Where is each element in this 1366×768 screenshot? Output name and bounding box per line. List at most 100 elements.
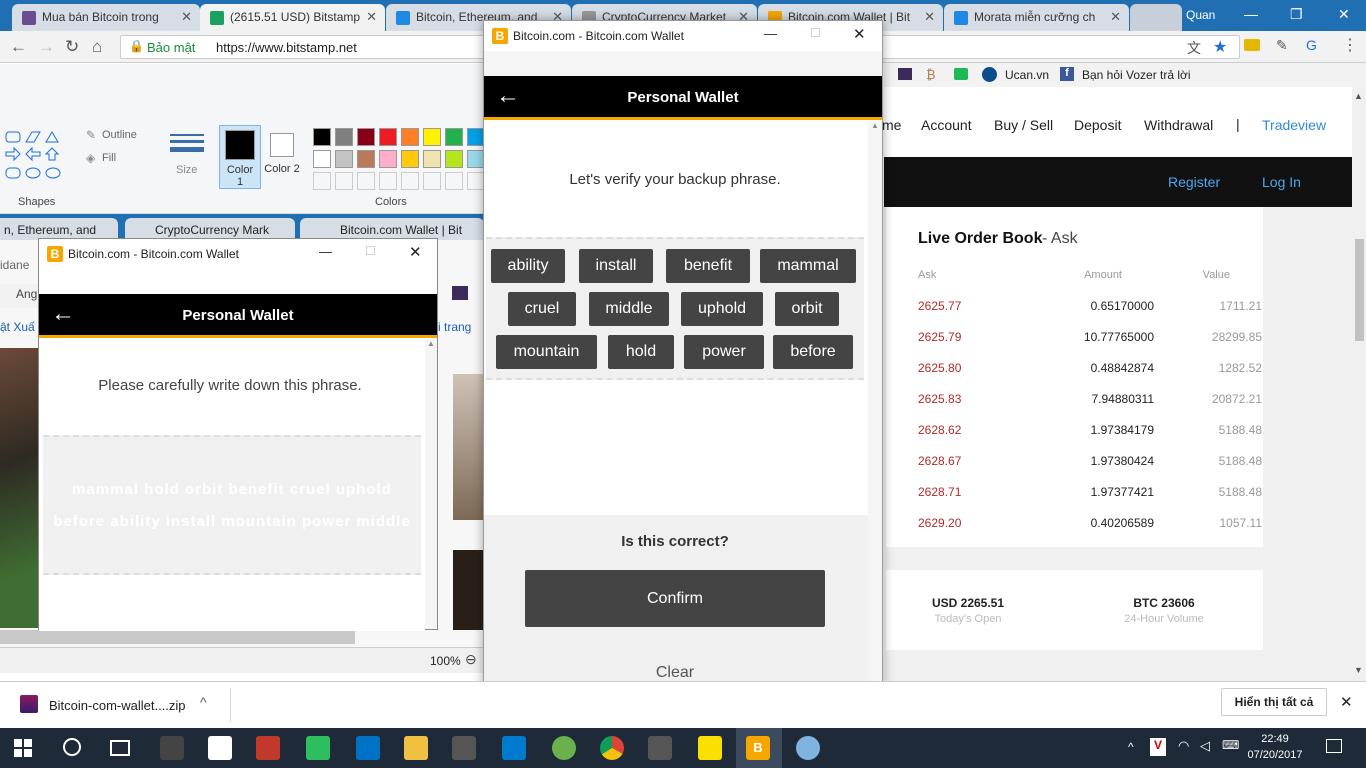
clear-button[interactable]: Clear	[484, 664, 866, 682]
sublime-icon[interactable]	[648, 736, 672, 760]
color-swatch[interactable]	[423, 150, 441, 168]
color1-button[interactable]: Color 1	[219, 125, 261, 189]
login-link[interactable]: Log In	[1262, 174, 1301, 190]
minimize-icon[interactable]: —	[764, 26, 777, 41]
evernote-icon[interactable]	[306, 736, 330, 760]
bitcoin-wallet-icon[interactable]: B	[746, 736, 770, 760]
browser-tab-active[interactable]: (2615.51 USD) Bitstamp ✕	[200, 4, 385, 31]
word-chip[interactable]: install	[579, 249, 653, 283]
color-swatch[interactable]	[313, 128, 331, 146]
fill-menu[interactable]: Fill	[102, 152, 116, 164]
bitcoin-bookmark-icon[interactable]: ₿	[926, 67, 936, 82]
shapes-gallery[interactable]	[4, 130, 74, 188]
scroll-up-icon[interactable]: ▲	[1354, 91, 1363, 101]
wifi-icon[interactable]: ◠	[1178, 738, 1189, 754]
close-icon[interactable]: ✕	[181, 9, 192, 25]
minimize-icon[interactable]: —	[1244, 6, 1258, 22]
sublime-icon[interactable]	[452, 736, 476, 760]
forward-icon[interactable]: →	[38, 37, 55, 57]
star-icon[interactable]: ★	[1213, 37, 1227, 57]
empty-color-swatch[interactable]	[445, 172, 463, 190]
word-chip[interactable]: mammal	[760, 249, 856, 283]
maximize-icon[interactable]: ☐	[810, 26, 821, 40]
close-icon[interactable]: ✕	[1110, 9, 1121, 25]
close-window-icon[interactable]: ✕	[1338, 6, 1350, 23]
nav-item-home[interactable]: me	[882, 117, 901, 133]
color-swatch[interactable]	[313, 150, 331, 168]
empty-color-swatch[interactable]	[379, 172, 397, 190]
task-view-icon[interactable]	[110, 740, 130, 756]
browser-tab[interactable]: Morata miễn cưỡng ch ✕	[944, 4, 1129, 31]
new-tab-button[interactable]	[1130, 4, 1182, 31]
paint-icon[interactable]	[796, 736, 820, 760]
color-swatch[interactable]	[445, 150, 463, 168]
bg-tab[interactable]: n, Ethereum, and	[0, 218, 118, 240]
search-icon[interactable]	[63, 738, 81, 756]
empty-color-swatch[interactable]	[401, 172, 419, 190]
download-file-name[interactable]: Bitcoin-com-wallet....zip	[49, 698, 186, 713]
notifications-icon[interactable]	[1326, 739, 1342, 753]
clock-date[interactable]: 07/20/2017	[1240, 749, 1310, 761]
bookmark-icon[interactable]	[898, 68, 912, 80]
chevron-up-icon[interactable]: ^	[200, 694, 207, 710]
translate-ext-icon[interactable]: G	[1306, 37, 1317, 53]
color-swatch[interactable]	[379, 128, 397, 146]
register-link[interactable]: Register	[1168, 174, 1220, 190]
color-swatch[interactable]	[445, 128, 463, 146]
empty-color-swatch[interactable]	[357, 172, 375, 190]
empty-color-swatch[interactable]	[335, 172, 353, 190]
outline-menu[interactable]: Outline	[102, 129, 137, 141]
profile-name[interactable]: Quan	[1186, 8, 1215, 22]
word-chip[interactable]: hold	[608, 335, 674, 369]
bg-tab[interactable]: Bitcoin.com Wallet | Bit	[300, 218, 484, 240]
close-icon[interactable]: ✕	[853, 25, 866, 43]
scrollbar-thumb[interactable]	[1355, 239, 1364, 341]
bg-tab[interactable]: CryptoCurrency Mark	[125, 218, 295, 240]
menu-icon[interactable]: ⋮	[1342, 35, 1358, 55]
word-chip[interactable]: before	[773, 335, 853, 369]
size-icon[interactable]	[170, 132, 204, 154]
color-swatch[interactable]	[357, 150, 375, 168]
word-chip[interactable]: ability	[491, 249, 565, 283]
maximize-icon[interactable]: ☐	[365, 244, 376, 258]
ucan-icon[interactable]	[982, 67, 997, 82]
antivirus-icon[interactable]: V	[1150, 738, 1166, 756]
minimize-icon[interactable]: —	[319, 244, 332, 259]
wallet-scrollbar[interactable]: ▲	[425, 339, 437, 629]
nav-item-withdrawal[interactable]: Withdrawal	[1144, 117, 1213, 133]
browser-tab[interactable]: Mua bán Bitcoin trong ✕	[12, 4, 200, 31]
nav-item-deposit[interactable]: Deposit	[1074, 117, 1121, 133]
zoom-out-icon[interactable]: ⊖	[465, 651, 477, 668]
word-chip[interactable]: uphold	[681, 292, 763, 326]
color-swatch[interactable]	[335, 150, 353, 168]
translate-icon[interactable]: 文	[1187, 38, 1201, 58]
vscode-icon[interactable]	[502, 736, 526, 760]
windows-start-icon[interactable]	[14, 739, 32, 757]
word-chip[interactable]: orbit	[775, 292, 839, 326]
word-chip[interactable]: mountain	[496, 335, 597, 369]
close-icon[interactable]: ✕	[924, 9, 935, 25]
reload-icon[interactable]: ↻	[65, 37, 79, 57]
bookmark-vozer[interactable]: Bạn hỏi Vozer trả lời	[1082, 68, 1191, 82]
color-swatch[interactable]	[379, 150, 397, 168]
keyboard-icon[interactable]: ⌨	[1222, 738, 1239, 752]
back-icon[interactable]: ←	[10, 37, 27, 57]
horizontal-scrollbar[interactable]	[0, 630, 355, 644]
volume-icon[interactable]: ◁	[1200, 738, 1210, 754]
color-swatch[interactable]	[357, 128, 375, 146]
bookmark-icon[interactable]	[954, 68, 968, 80]
empty-color-swatch[interactable]	[423, 172, 441, 190]
color2-button[interactable]: Color 2	[264, 125, 300, 189]
word-chip[interactable]: cruel	[508, 292, 576, 326]
clock-time[interactable]: 22:49	[1250, 733, 1300, 745]
word-chip[interactable]: benefit	[666, 249, 750, 283]
page-scrollbar[interactable]: ▲ ▼	[1352, 87, 1366, 681]
color-swatch[interactable]	[401, 150, 419, 168]
app-icon[interactable]	[256, 736, 280, 760]
url-text[interactable]: https://www.bitstamp.net	[216, 40, 357, 55]
word-chip[interactable]: middle	[589, 292, 669, 326]
color-swatch[interactable]	[335, 128, 353, 146]
show-all-button[interactable]: Hiển thị tất cả	[1221, 688, 1327, 716]
bookmark-ucan[interactable]: Ucan.vn	[1005, 68, 1049, 82]
mail-icon[interactable]	[208, 736, 232, 760]
